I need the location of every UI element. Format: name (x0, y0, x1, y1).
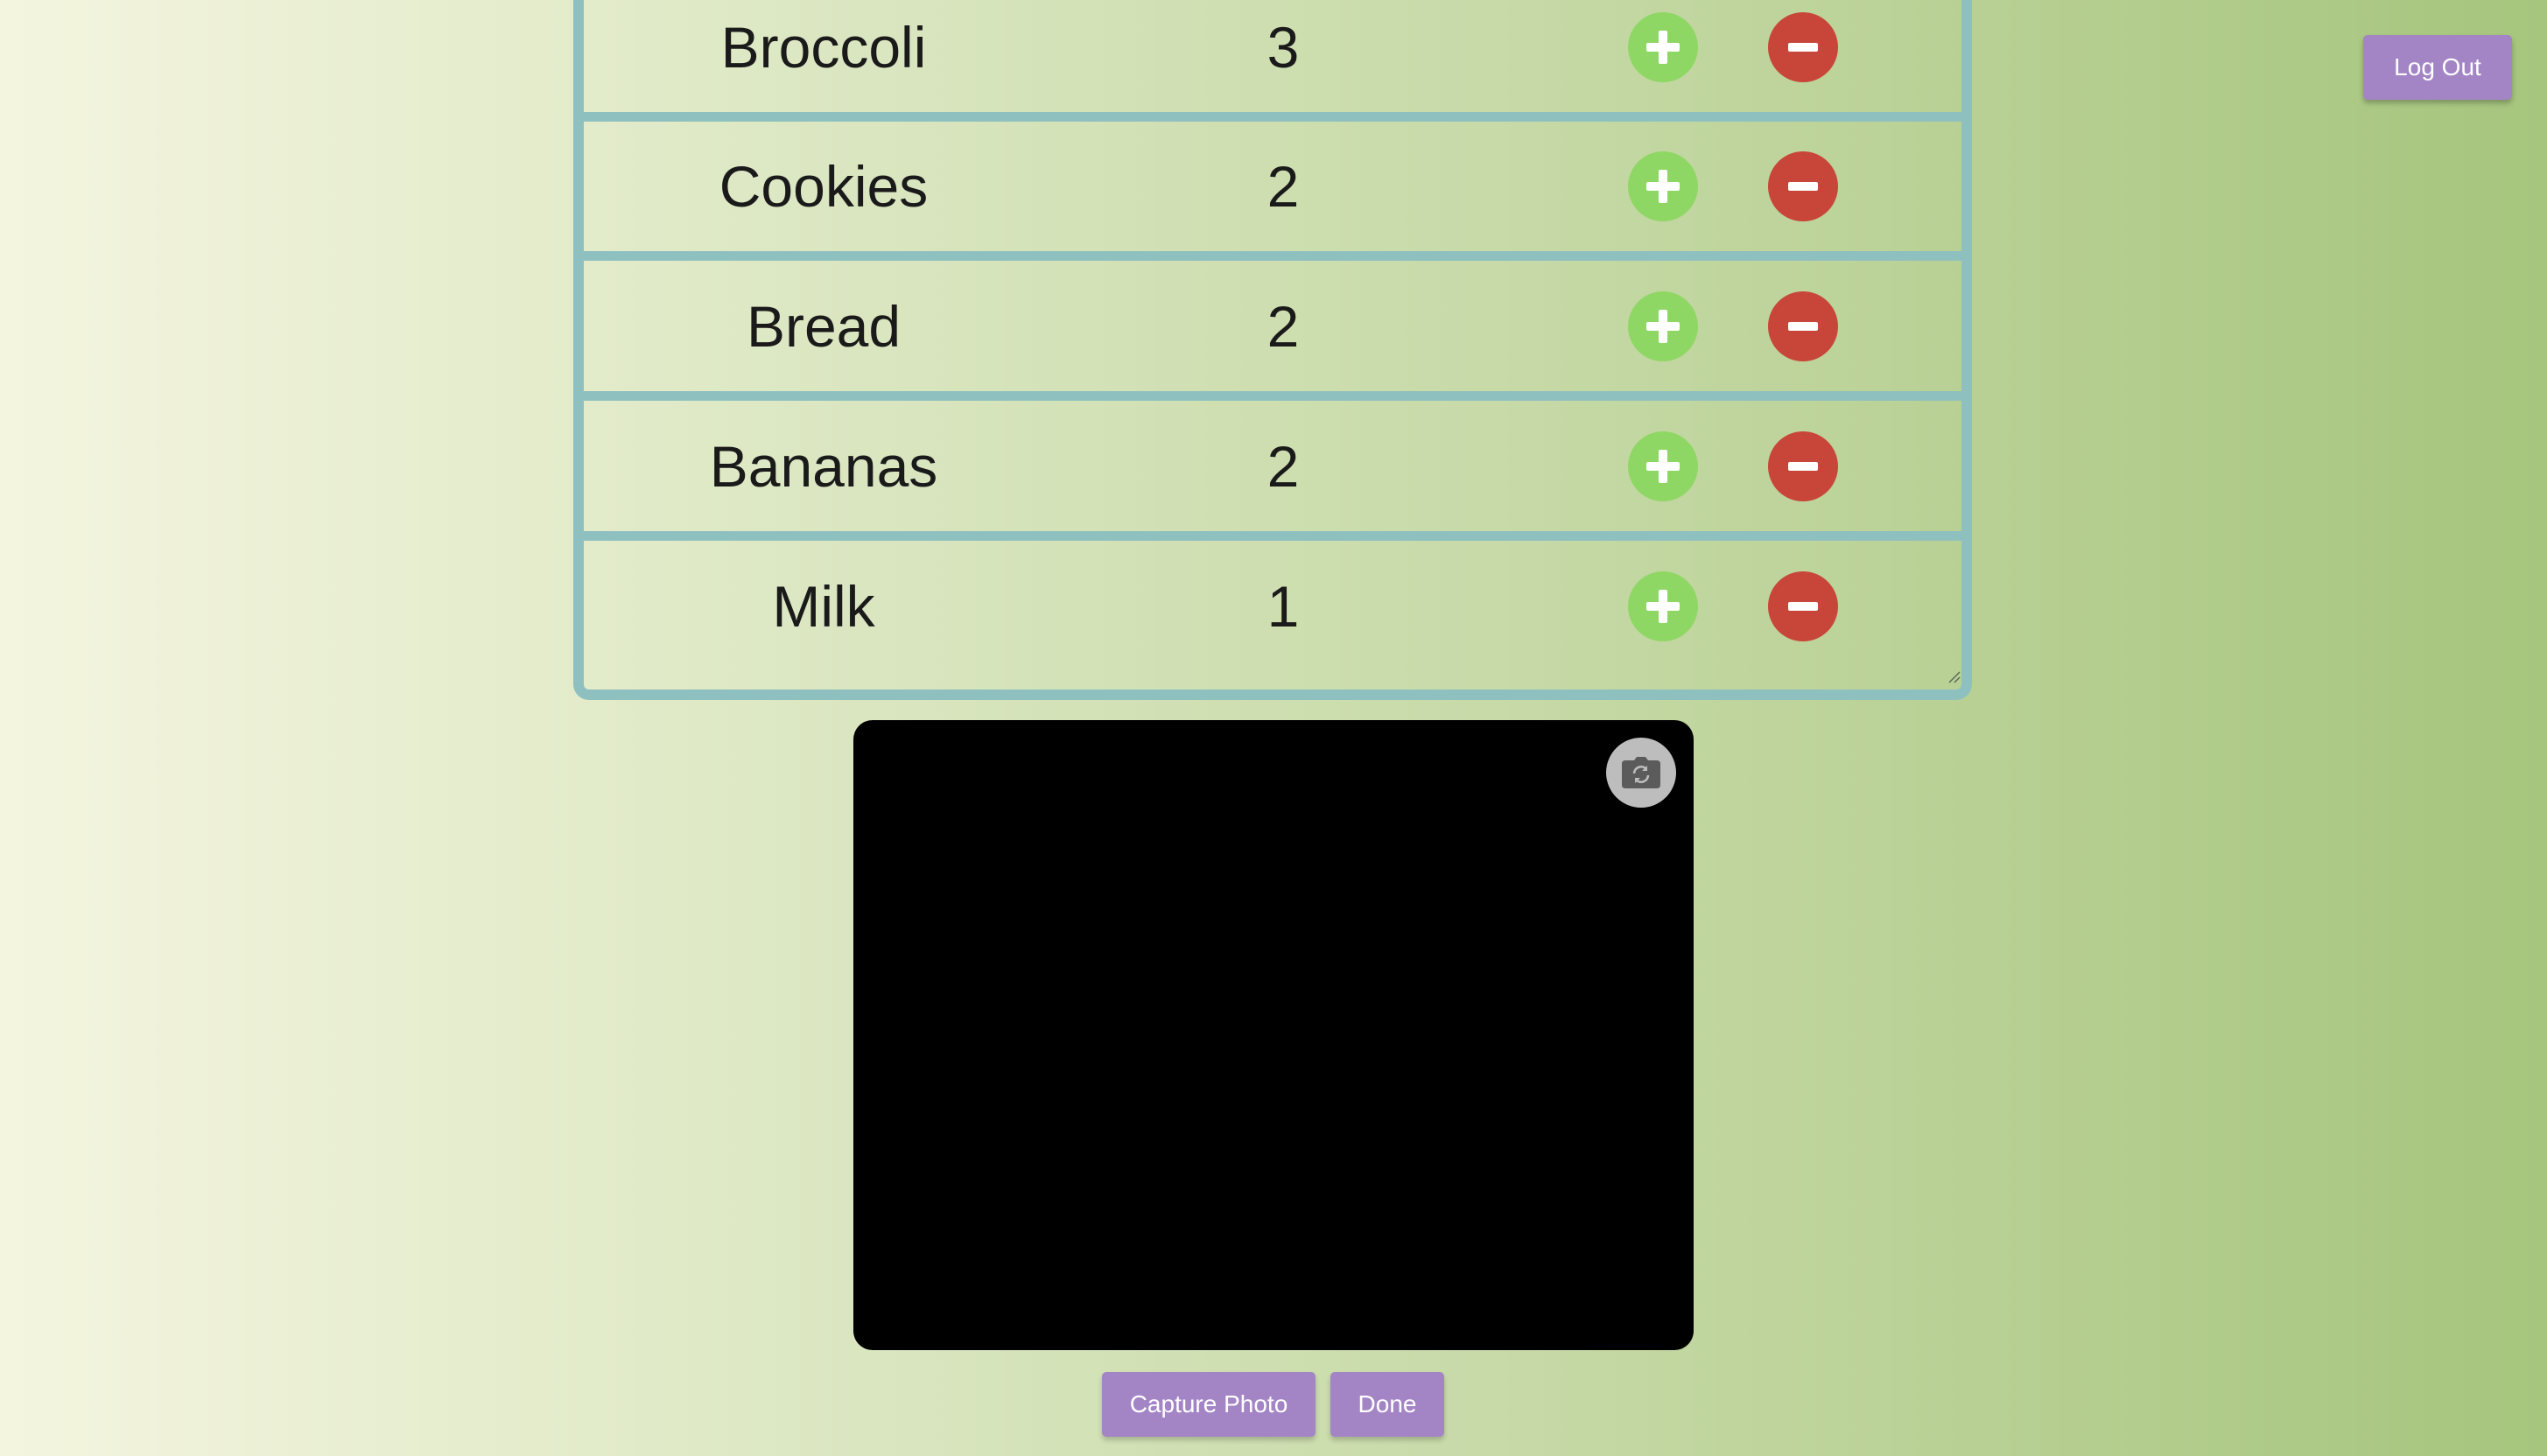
increment-button[interactable] (1628, 431, 1698, 501)
table-row: Bananas 2 (584, 402, 1961, 541)
item-name: Broccoli (720, 15, 927, 80)
increment-button[interactable] (1628, 571, 1698, 641)
minus-icon (1788, 322, 1818, 331)
plus-icon (1646, 170, 1680, 203)
item-quantity: 2 (1266, 294, 1300, 359)
done-button[interactable]: Done (1330, 1372, 1444, 1437)
item-name: Bananas (709, 434, 938, 499)
table-row: Milk 1 (584, 542, 1961, 671)
resize-handle-icon[interactable] (1946, 668, 1961, 684)
decrement-button[interactable] (1768, 571, 1838, 641)
plus-icon (1646, 590, 1680, 623)
item-quantity: 3 (1266, 15, 1300, 80)
decrement-button[interactable] (1768, 12, 1838, 82)
camera-switch-icon (1622, 757, 1660, 788)
minus-icon (1788, 182, 1818, 191)
camera-preview (853, 720, 1694, 1350)
table-row: Bread 2 (584, 262, 1961, 401)
item-quantity: 2 (1266, 434, 1300, 499)
increment-button[interactable] (1628, 291, 1698, 361)
item-name: Cookies (719, 154, 929, 219)
log-out-button[interactable]: Log Out (2363, 35, 2512, 100)
plus-icon (1646, 31, 1680, 64)
plus-icon (1646, 450, 1680, 483)
decrement-button[interactable] (1768, 151, 1838, 221)
switch-camera-button[interactable] (1606, 738, 1676, 808)
plus-icon (1646, 310, 1680, 343)
minus-icon (1788, 43, 1818, 52)
increment-button[interactable] (1628, 12, 1698, 82)
minus-icon (1788, 462, 1818, 471)
item-name: Milk (772, 574, 875, 639)
decrement-button[interactable] (1768, 431, 1838, 501)
table-row: Broccoli 3 (584, 0, 1961, 122)
minus-icon (1788, 602, 1818, 611)
decrement-button[interactable] (1768, 291, 1838, 361)
item-quantity: 2 (1266, 154, 1300, 219)
increment-button[interactable] (1628, 151, 1698, 221)
item-name: Bread (746, 294, 902, 359)
table-row: Cookies 2 (584, 122, 1961, 261)
inventory-table: Broccoli 3 Cookies 2 Bread 2 Bananas 2 M… (573, 0, 1972, 700)
capture-photo-button[interactable]: Capture Photo (1102, 1372, 1316, 1437)
item-quantity: 1 (1266, 574, 1300, 639)
